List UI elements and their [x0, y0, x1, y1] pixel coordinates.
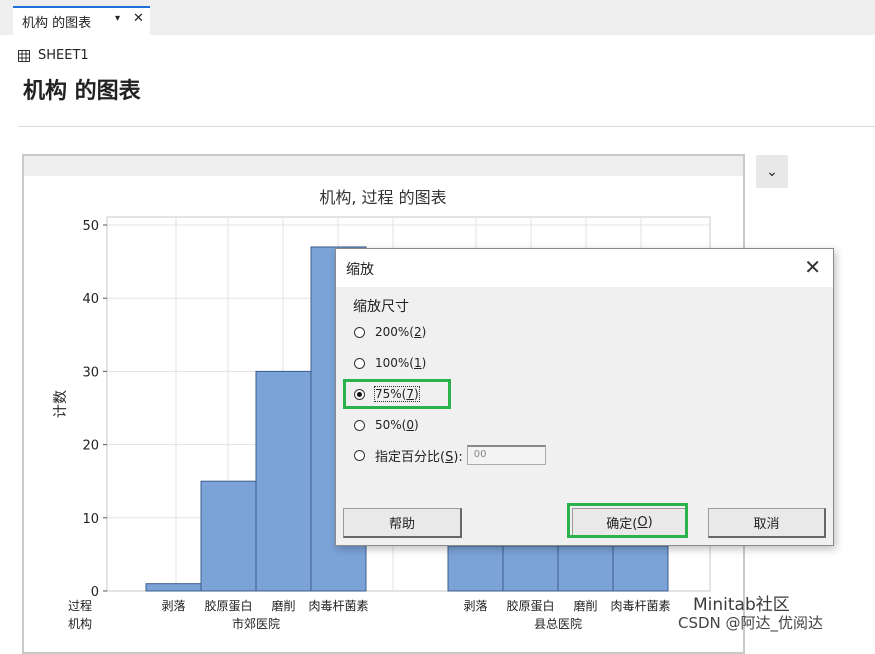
x-tick-label: 肉毒杆菌素 [610, 599, 670, 613]
x-tick-label: 胶原蛋白 [506, 598, 554, 613]
radio-label: 200%(2) [375, 325, 427, 339]
bar [200, 480, 257, 592]
highlight-ok-button [567, 503, 688, 538]
y-tick-label: 20 [82, 439, 99, 454]
group-label: 市郊医院 [232, 616, 280, 631]
radio-200[interactable]: 200%(2) [354, 325, 426, 339]
watermark-subtext: CSDN @阿达_优阅达 [678, 614, 824, 632]
group-label: 县总医院 [534, 617, 582, 631]
radio-label: 50%(0) [375, 418, 419, 432]
radio-button[interactable] [354, 419, 365, 431]
x-tick-label: 肉毒杆菌素 [308, 599, 368, 613]
custom-percent-input[interactable]: 00 [466, 445, 546, 465]
dialog-title: 缩放 [346, 262, 374, 278]
help-button[interactable]: 帮助 [343, 508, 462, 538]
x-tick-label: 磨削 [573, 599, 597, 613]
y-tick-label: 40 [82, 292, 99, 307]
bar [447, 545, 504, 592]
radio-button[interactable] [354, 357, 365, 369]
chart-title: 机构, 过程 的图表 [319, 188, 446, 207]
dialog-titlebar: 缩放 ✕ [336, 249, 833, 287]
y-tick-label: 30 [82, 365, 99, 380]
x-tick-label: 剥落 [463, 599, 487, 613]
radio-label: 100%(1) [375, 356, 427, 370]
y-tick-label: 0 [91, 585, 99, 600]
x-tick-label: 磨削 [271, 599, 295, 613]
bar [145, 583, 202, 592]
bar [557, 545, 614, 592]
radio-label: 指定百分比(S): [375, 449, 463, 465]
zoom-size-group-label: 缩放尺寸 [353, 299, 409, 315]
radio-50[interactable]: 50%(0) [354, 418, 419, 432]
x-row-label: 机构 [68, 616, 92, 631]
y-axis-label: 计数 [53, 390, 69, 418]
bar [502, 545, 559, 592]
y-tick-label: 10 [82, 512, 99, 527]
bar [255, 370, 312, 592]
radio-100[interactable]: 100%(1) [354, 356, 426, 370]
radio-button[interactable] [354, 326, 365, 338]
radio-custom[interactable]: 指定百分比(S): 00 [354, 445, 546, 465]
x-tick-label: 剥落 [161, 599, 185, 613]
y-tick-label: 50 [82, 219, 99, 234]
cancel-button[interactable]: 取消 [708, 508, 826, 538]
close-icon[interactable]: ✕ [804, 255, 821, 279]
bar [612, 545, 669, 592]
x-tick-label: 胶原蛋白 [204, 598, 252, 613]
highlight-75-option [343, 379, 451, 409]
radio-button[interactable] [354, 449, 365, 461]
x-row-label: 过程 [68, 598, 92, 613]
